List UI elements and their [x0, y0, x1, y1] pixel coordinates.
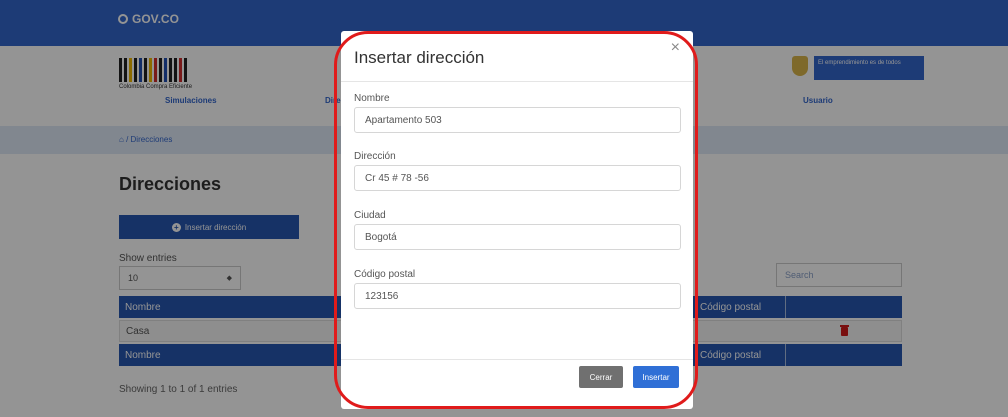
cancel-button[interactable]: Cerrar	[579, 366, 623, 388]
nombre-label: Nombre	[354, 93, 390, 104]
direccion-field[interactable]	[354, 165, 681, 191]
direccion-label: Dirección	[354, 151, 396, 162]
codigo-postal-label: Código postal	[354, 269, 416, 280]
ciudad-label: Ciudad	[354, 210, 386, 221]
nombre-field[interactable]	[354, 107, 681, 133]
modal-title: Insertar dirección	[354, 48, 485, 67]
insert-address-modal: Insertar dirección × Nombre Dirección Ci…	[341, 31, 693, 409]
modal-header-divider	[341, 81, 693, 82]
close-icon[interactable]: ×	[671, 39, 680, 57]
codigo-postal-field[interactable]	[354, 283, 681, 309]
insert-button[interactable]: Insertar	[633, 366, 679, 388]
modal-footer-divider	[341, 359, 693, 360]
ciudad-field[interactable]	[354, 224, 681, 250]
